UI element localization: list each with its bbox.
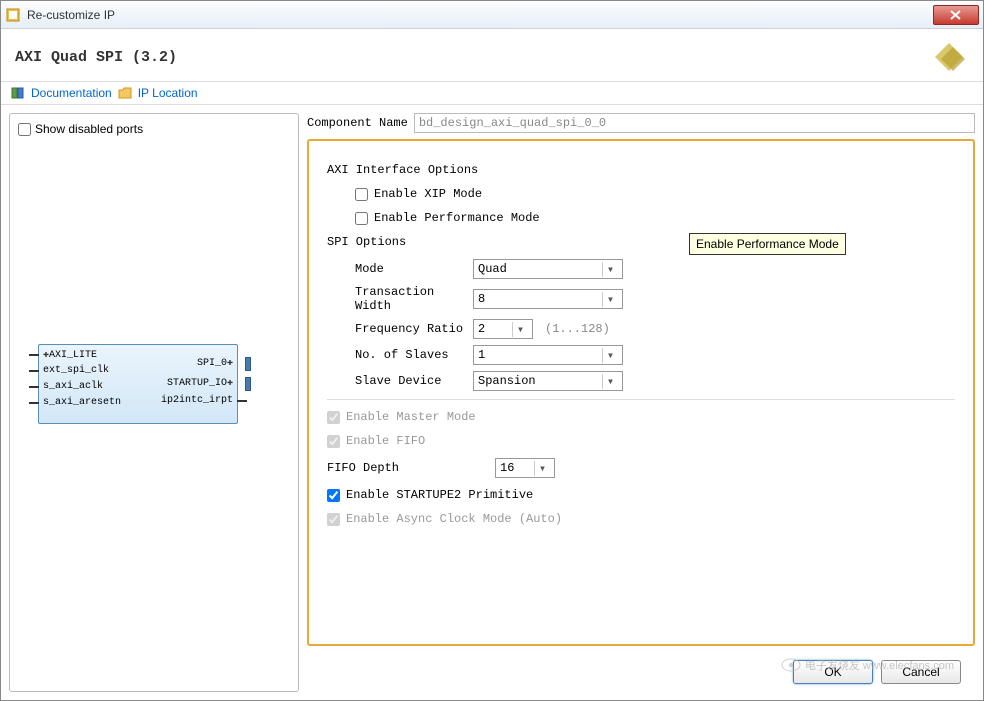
folder-icon xyxy=(118,87,132,99)
chevron-down-icon: ▾ xyxy=(602,348,618,363)
window-title: Re-customize IP xyxy=(27,8,933,22)
show-disabled-ports-checkbox[interactable] xyxy=(18,123,31,136)
frequency-ratio-hint: (1...128) xyxy=(545,322,610,336)
enable-fifo-label: Enable FIFO xyxy=(346,434,425,448)
enable-performance-label: Enable Performance Mode xyxy=(374,211,540,225)
chevron-down-icon: ▾ xyxy=(602,292,618,307)
port-axi-lite: AXI_LITE xyxy=(49,350,97,361)
component-name-label: Component Name xyxy=(307,116,408,130)
enable-async-clock-label: Enable Async Clock Mode (Auto) xyxy=(346,512,562,526)
expand-icon[interactable]: ✚ xyxy=(227,358,233,369)
separator xyxy=(327,399,955,400)
enable-master-mode-checkbox xyxy=(327,411,340,424)
component-name-input[interactable] xyxy=(414,113,975,133)
chevron-down-icon: ▾ xyxy=(512,322,528,337)
app-icon xyxy=(5,7,21,23)
documentation-link[interactable]: Documentation xyxy=(31,86,112,100)
port-ext-spi-clk: ext_spi_clk xyxy=(43,365,109,376)
enable-xip-checkbox[interactable] xyxy=(355,188,368,201)
options-box: AXI Interface Options Enable XIP Mode En… xyxy=(307,139,975,646)
preview-panel: Show disabled ports ✚ AXI_LITE ext_spi_cl… xyxy=(9,113,299,692)
mode-label: Mode xyxy=(355,262,465,276)
fifo-depth-label: FIFO Depth xyxy=(327,461,487,475)
titlebar: Re-customize IP xyxy=(1,1,983,29)
frequency-ratio-label: Frequency Ratio xyxy=(355,322,465,336)
expand-icon[interactable]: ✚ xyxy=(227,378,233,389)
toolbar: Documentation IP Location xyxy=(1,81,983,105)
ip-title: AXI Quad SPI (3.2) xyxy=(15,49,929,66)
slave-device-label: Slave Device xyxy=(355,374,465,388)
show-disabled-ports-label: Show disabled ports xyxy=(35,122,143,136)
ip-location-link[interactable]: IP Location xyxy=(138,86,198,100)
frequency-ratio-dropdown[interactable]: 2▾ xyxy=(473,319,533,339)
chevron-down-icon: ▾ xyxy=(602,374,618,389)
chevron-down-icon: ▾ xyxy=(534,461,550,476)
port-s-axi-aclk: s_axi_aclk xyxy=(43,381,103,392)
ip-preview-canvas[interactable]: ✚ AXI_LITE ext_spi_clk s_axi_aclk s_axi_a… xyxy=(18,144,290,683)
num-slaves-label: No. of Slaves xyxy=(355,348,465,362)
component-name-row: Component Name xyxy=(307,113,975,133)
num-slaves-dropdown[interactable]: 1▾ xyxy=(473,345,623,365)
book-icon xyxy=(11,87,25,99)
close-button[interactable] xyxy=(933,5,979,25)
port-spi-0: SPI_0 xyxy=(197,358,227,369)
enable-startupe2-checkbox[interactable] xyxy=(327,489,340,502)
port-startup-io: STARTUP_IO xyxy=(167,378,227,389)
main-area: Show disabled ports ✚ AXI_LITE ext_spi_cl… xyxy=(1,105,983,700)
enable-async-clock-checkbox xyxy=(327,513,340,526)
enable-fifo-checkbox xyxy=(327,435,340,448)
chevron-down-icon: ▾ xyxy=(602,262,618,277)
enable-xip-label: Enable XIP Mode xyxy=(374,187,482,201)
subtitle-area: AXI Quad SPI (3.2) xyxy=(1,29,983,81)
show-disabled-ports-row: Show disabled ports xyxy=(18,122,290,136)
port-s-axi-aresetn: s_axi_aresetn xyxy=(43,397,121,408)
axi-interface-options-title: AXI Interface Options xyxy=(327,163,955,177)
transaction-width-dropdown[interactable]: 8▾ xyxy=(473,289,623,309)
watermark: 电子发烧友 www.elecfans.com xyxy=(781,657,954,673)
enable-startupe2-label: Enable STARTUPE2 Primitive xyxy=(346,488,533,502)
mode-dropdown[interactable]: Quad▾ xyxy=(473,259,623,279)
config-panel: Component Name AXI Interface Options Ena… xyxy=(307,113,975,692)
slave-device-dropdown[interactable]: Spansion▾ xyxy=(473,371,623,391)
port-ip2intc-irpt: ip2intc_irpt xyxy=(161,395,233,406)
vivado-logo-icon xyxy=(929,39,969,75)
watermark-icon xyxy=(781,658,801,672)
ip-block-symbol: ✚ AXI_LITE ext_spi_clk s_axi_aclk s_axi_a… xyxy=(38,344,238,424)
tooltip: Enable Performance Mode xyxy=(689,233,846,255)
transaction-width-label: Transaction Width xyxy=(355,285,465,313)
spi-options-title: SPI Options xyxy=(327,235,955,249)
re-customize-ip-window: Re-customize IP AXI Quad SPI (3.2) Docum… xyxy=(0,0,984,701)
enable-master-mode-label: Enable Master Mode xyxy=(346,410,476,424)
fifo-depth-dropdown[interactable]: 16▾ xyxy=(495,458,555,478)
enable-performance-checkbox[interactable] xyxy=(355,212,368,225)
